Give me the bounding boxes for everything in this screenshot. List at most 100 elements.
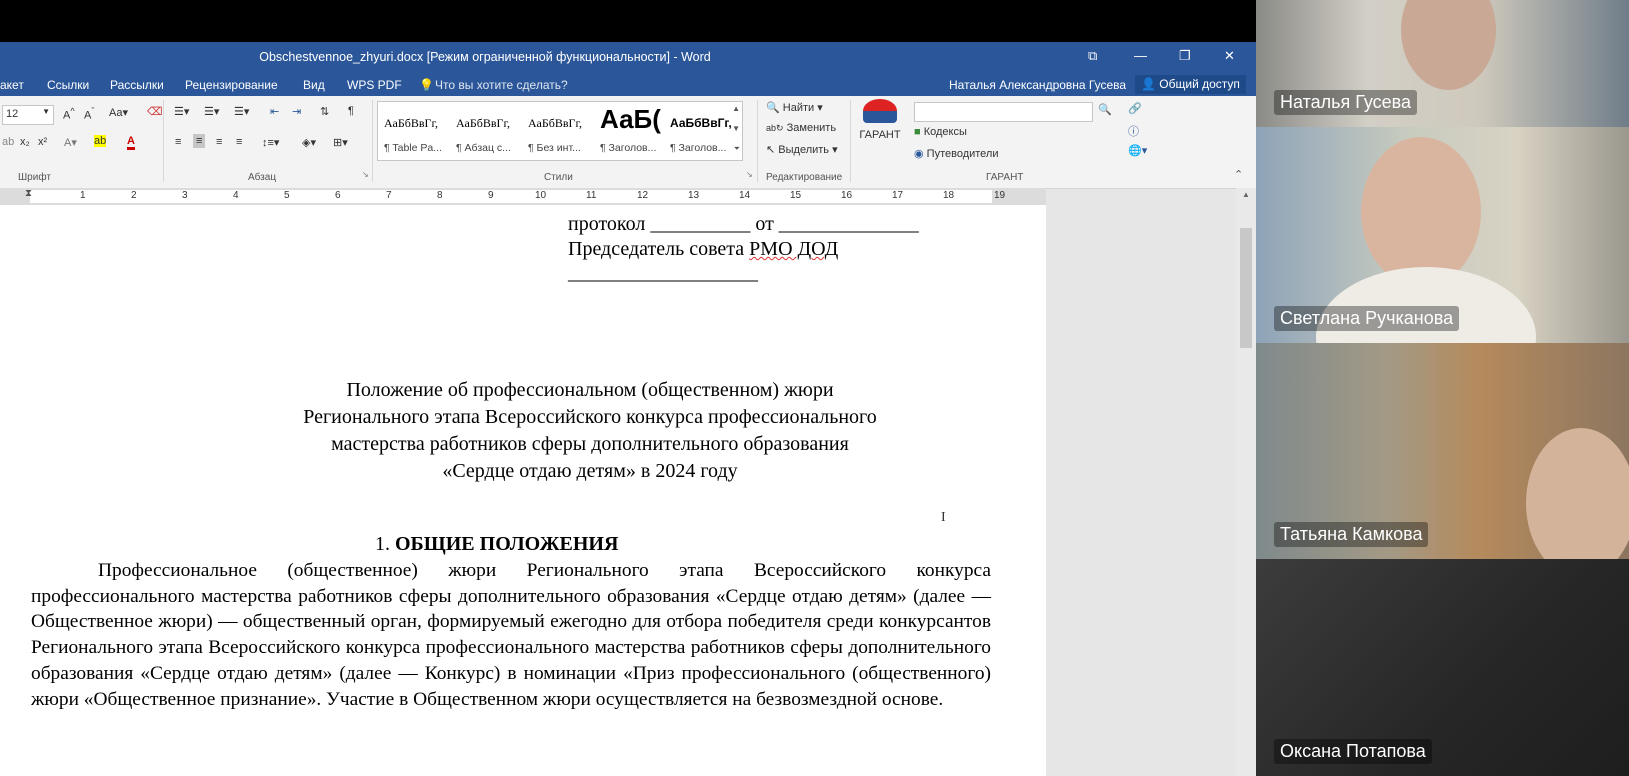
dialog-launcher-icon[interactable]: ↘ bbox=[362, 170, 369, 179]
find-button[interactable]: 🔍 Найти ▾ bbox=[766, 101, 823, 114]
scroll-down-icon[interactable]: ▼ bbox=[732, 124, 740, 133]
ruler-number: 4 bbox=[233, 190, 239, 201]
style-item[interactable]: АаБбВвГг, ¶ Заголов... bbox=[664, 102, 736, 160]
separator bbox=[757, 100, 758, 182]
video-tile[interactable]: Оксана Потапова bbox=[1256, 559, 1629, 776]
ruler-number: 3 bbox=[182, 190, 188, 201]
info-icon[interactable]: ⓘ bbox=[1128, 123, 1139, 139]
highlight-icon[interactable]: ab bbox=[94, 135, 107, 147]
tab-references[interactable]: Ссылки bbox=[47, 78, 89, 92]
globe-icon[interactable]: 🌐▾ bbox=[1128, 144, 1147, 157]
grow-font-icon[interactable]: A^ bbox=[63, 106, 75, 122]
title-line: мастерства работников сферы дополнительн… bbox=[331, 433, 849, 455]
ruler-number: 15 bbox=[790, 190, 802, 201]
ruler-number: 11 bbox=[586, 190, 597, 201]
align-right-icon[interactable]: ≡ bbox=[216, 136, 222, 148]
user-name[interactable]: Наталья Александровна Гусева bbox=[949, 78, 1126, 92]
document-page[interactable]: протокол __________ от ______________ Пр… bbox=[0, 205, 1046, 776]
pilcrow-icon[interactable]: ¶ bbox=[348, 105, 354, 117]
style-item[interactable]: АаБбВвГг, ¶ Без инт... bbox=[522, 102, 594, 160]
text-cursor-icon: I bbox=[941, 510, 946, 525]
link-icon[interactable]: 🔗 bbox=[1128, 102, 1142, 115]
chevron-down-icon: ▼ bbox=[42, 107, 50, 116]
restore-icon[interactable]: ❐ bbox=[1179, 48, 1191, 64]
minimize-icon[interactable]: — bbox=[1134, 48, 1147, 63]
section-number: 1. bbox=[375, 533, 390, 555]
align-left-icon[interactable]: ≡ bbox=[175, 136, 181, 148]
change-case-icon[interactable]: Aa▾ bbox=[109, 106, 128, 119]
video-tile[interactable]: Татьяна Камкова bbox=[1256, 343, 1629, 559]
signature-line: ___________________ bbox=[568, 262, 758, 284]
ruler-number: 10 bbox=[535, 190, 547, 201]
video-tile[interactable]: Наталья Гусева bbox=[1256, 0, 1629, 127]
clear-format-icon[interactable]: ⌫ bbox=[147, 105, 163, 118]
search-icon[interactable]: 🔍 bbox=[1098, 103, 1112, 116]
font-color-icon[interactable]: A bbox=[127, 135, 135, 150]
tell-me-box[interactable]: Что вы хотите сделать? bbox=[435, 78, 568, 92]
group-label-editing: Редактирование bbox=[766, 172, 843, 183]
scroll-up-icon[interactable]: ▲ bbox=[732, 104, 740, 113]
text-effects-icon[interactable]: A▾ bbox=[64, 136, 77, 149]
group-label-font: Шрифт bbox=[18, 172, 51, 183]
subscript-icon[interactable]: x₂ bbox=[20, 136, 30, 148]
tab-view[interactable]: Вид bbox=[303, 78, 325, 92]
bullets-icon[interactable]: ☰▾ bbox=[174, 105, 189, 118]
ruler-number: 18 bbox=[943, 190, 955, 201]
top-black-bar bbox=[0, 0, 1256, 42]
replace-icon: ab↻ bbox=[766, 123, 784, 133]
numbering-icon[interactable]: ☰▾ bbox=[204, 105, 219, 118]
tab-wps-pdf[interactable]: WPS PDF bbox=[347, 78, 402, 92]
video-tile[interactable]: Светлана Ручканова bbox=[1256, 127, 1629, 343]
align-center-icon[interactable]: ≡ bbox=[193, 134, 206, 148]
vertical-scrollbar[interactable]: ▲ bbox=[1236, 188, 1256, 776]
ruler-number: 1 bbox=[80, 190, 86, 201]
ribbon-display-options-icon[interactable]: ⧉ bbox=[1088, 48, 1097, 64]
select-button[interactable]: ↖ Выделить ▾ bbox=[766, 143, 838, 156]
tab-layout[interactable]: акет bbox=[0, 78, 24, 92]
horizontal-ruler[interactable]: 1 2 3 4 5 6 7 8 9 10 11 12 13 14 15 16 1… bbox=[0, 188, 1046, 205]
line-spacing-icon[interactable]: ↕≡▾ bbox=[262, 136, 279, 149]
section-heading: 1. ОБЩИЕ ПОЛОЖЕНИЯ bbox=[375, 533, 618, 556]
garant-button[interactable]: ГАРАНТ bbox=[858, 99, 902, 141]
indent-marker-icon[interactable]: ⧗ bbox=[25, 188, 32, 199]
superscript-icon[interactable]: x² bbox=[38, 136, 47, 148]
guides-button[interactable]: ◉ Путеводители bbox=[914, 147, 999, 160]
replace-button[interactable]: ab↻ Заменить bbox=[766, 122, 836, 134]
ruler-number: 9 bbox=[488, 190, 494, 201]
collapse-ribbon-icon[interactable]: ⌃ bbox=[1234, 168, 1243, 181]
find-label: Найти bbox=[782, 102, 815, 114]
strikethrough-icon[interactable]: ab bbox=[2, 136, 14, 148]
close-icon[interactable]: ✕ bbox=[1224, 48, 1235, 64]
scroll-up-icon[interactable]: ▲ bbox=[1242, 190, 1250, 199]
group-label-styles: Стили bbox=[544, 172, 573, 183]
font-size-select[interactable]: 12 ▼ bbox=[2, 105, 54, 125]
decrease-indent-icon[interactable]: ⇤ bbox=[270, 105, 279, 118]
borders-icon[interactable]: ⊞▾ bbox=[333, 136, 348, 149]
group-label-garant: ГАРАНТ bbox=[986, 172, 1024, 183]
person-icon: 👤 bbox=[1141, 77, 1156, 91]
style-item[interactable]: АаБбВвГг, ¶ Абзац с... bbox=[450, 102, 522, 160]
multilevel-list-icon[interactable]: ☰▾ bbox=[234, 105, 249, 118]
style-item[interactable]: АаБбВвГг, ¶ Table Pa... bbox=[378, 102, 450, 160]
shading-icon[interactable]: ◈▾ bbox=[302, 136, 316, 149]
tab-review[interactable]: Рецензирование bbox=[185, 78, 278, 92]
codes-button[interactable]: ■ Кодексы bbox=[914, 126, 967, 138]
style-preview: АаБбВвГг, bbox=[456, 116, 511, 130]
increase-indent-icon[interactable]: ⇥ bbox=[292, 105, 301, 118]
more-styles-icon[interactable]: ⏷ bbox=[734, 144, 740, 154]
tab-mailings[interactable]: Рассылки bbox=[110, 78, 164, 92]
ruler-number: 2 bbox=[131, 190, 137, 201]
share-button[interactable]: 👤 Общий доступ bbox=[1135, 75, 1246, 94]
garant-search-input[interactable] bbox=[914, 102, 1093, 122]
guides-label: Путеводители bbox=[926, 148, 999, 160]
style-item[interactable]: АаБ( ¶ Заголов... bbox=[594, 102, 664, 160]
style-preview: АаБбВвГг, bbox=[384, 116, 439, 130]
shrink-font-icon[interactable]: Aˇ bbox=[84, 106, 94, 122]
share-label: Общий доступ bbox=[1159, 77, 1240, 91]
sort-icon[interactable]: ⇅ bbox=[320, 105, 329, 118]
scrollbar-thumb[interactable] bbox=[1240, 228, 1252, 348]
justify-icon[interactable]: ≡ bbox=[236, 136, 242, 148]
word-window: Obschestvennoe_zhyuri.docx [Режим ограни… bbox=[0, 42, 1256, 776]
title-line: «Сердце отдаю детям» в 2024 году bbox=[442, 460, 738, 482]
dialog-launcher-icon[interactable]: ↘ bbox=[746, 170, 753, 179]
